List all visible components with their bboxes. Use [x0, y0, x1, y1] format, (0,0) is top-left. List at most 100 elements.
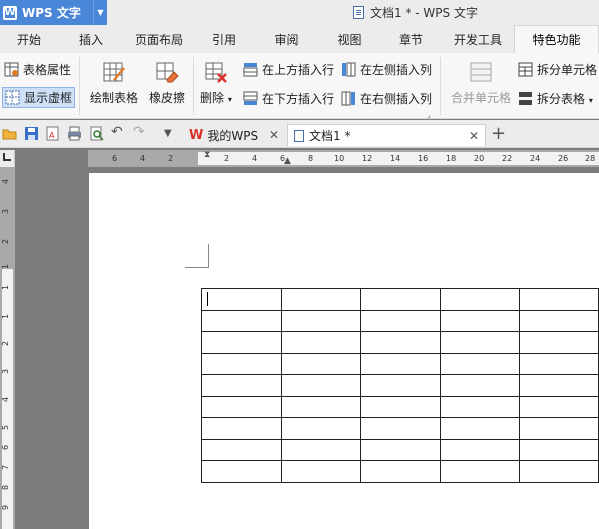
table-cell[interactable] [360, 331, 441, 354]
table-cell[interactable] [360, 352, 441, 375]
split-cells-button[interactable]: 拆分单元格 [518, 61, 597, 78]
tab-special-features[interactable]: 特色功能 [514, 25, 599, 53]
table-cell[interactable] [518, 438, 599, 461]
table-cell[interactable] [360, 374, 441, 397]
table-cell[interactable] [439, 395, 520, 418]
table-cell[interactable] [360, 288, 441, 311]
ruler-tick: 4 [140, 154, 146, 163]
table-cell[interactable] [439, 331, 520, 354]
table-cell[interactable] [518, 309, 599, 332]
split-table-icon [518, 91, 533, 106]
document-table[interactable] [200, 288, 599, 483]
table-cell[interactable] [281, 395, 362, 418]
tab-developer[interactable]: 开发工具 [442, 25, 514, 53]
table-cell[interactable] [200, 438, 283, 461]
table-cell[interactable] [200, 288, 283, 311]
table-cell[interactable] [200, 417, 283, 440]
table-cell[interactable] [200, 374, 283, 397]
table-cell[interactable] [518, 460, 599, 483]
table-cell[interactable] [439, 460, 520, 483]
print-icon[interactable] [67, 126, 82, 141]
document-icon [353, 6, 364, 19]
table-cell[interactable] [518, 374, 599, 397]
vertical-ruler[interactable]: 4 3 2 1 1 1 2 3 4 5 6 7 8 9 [0, 167, 15, 529]
tab-page-layout[interactable]: 页面布局 [124, 25, 194, 53]
indent-marker-icon[interactable]: ⧗ [204, 150, 210, 160]
table-cell[interactable] [281, 309, 362, 332]
horizontal-ruler[interactable]: 6 4 2 2 4 6 8 10 12 14 16 18 20 22 24 26… [88, 150, 599, 167]
table-cell[interactable] [518, 352, 599, 375]
customize-toolbar-icon[interactable]: ▼ [164, 128, 179, 143]
table-cell[interactable] [281, 374, 362, 397]
tab-insert[interactable]: 插入 [58, 25, 124, 53]
export-pdf-icon[interactable]: A [45, 126, 60, 141]
table-properties-button[interactable]: 表格属性 [4, 61, 71, 78]
table-cell[interactable] [281, 352, 362, 375]
margin-corner-mark [208, 244, 209, 268]
merge-cells-button[interactable]: 合并单元格 [451, 60, 511, 106]
undo-icon[interactable]: ↶ [111, 124, 126, 140]
ruler-corner[interactable] [0, 150, 15, 167]
table-cell[interactable] [439, 417, 520, 440]
ribbon-separator [440, 57, 441, 115]
table-cell[interactable] [439, 288, 520, 311]
split-table-button[interactable]: 拆分表格 ▾ [518, 90, 593, 107]
open-folder-icon[interactable] [2, 126, 17, 141]
close-icon[interactable]: ✕ [469, 129, 479, 143]
window-title-text: 文档1 * - WPS 文字 [370, 6, 478, 20]
table-cell[interactable] [281, 331, 362, 354]
tab-view[interactable]: 视图 [319, 25, 380, 53]
right-indent-marker-icon[interactable]: ▲ [284, 156, 291, 166]
insert-column-right-button[interactable]: 在右侧插入列 [341, 90, 432, 107]
table-cell[interactable] [200, 460, 283, 483]
save-icon[interactable] [24, 126, 39, 141]
table-cell[interactable] [518, 395, 599, 418]
table-cell[interactable] [360, 460, 441, 483]
ruler-tick: 2 [168, 154, 174, 163]
table-cell[interactable] [439, 309, 520, 332]
table-cell[interactable] [360, 395, 441, 418]
tab-home[interactable]: 开始 [0, 25, 58, 53]
table-cell[interactable] [439, 352, 520, 375]
chevron-down-icon[interactable]: ▼ [93, 0, 107, 25]
redo-icon[interactable]: ↷ [133, 124, 148, 140]
chevron-down-icon: ▾ [227, 95, 232, 104]
table-cell[interactable] [439, 374, 520, 397]
doc-tab-document1[interactable]: 文档1 * ✕ [287, 124, 486, 146]
table-cell[interactable] [281, 460, 362, 483]
table-cell[interactable] [281, 438, 362, 461]
table-cell[interactable] [200, 352, 283, 375]
table-cell[interactable] [518, 331, 599, 354]
dialog-launcher-icon[interactable]: ⌟ [427, 110, 431, 119]
insert-column-left-button[interactable]: 在左侧插入列 [341, 61, 432, 78]
new-tab-plus-icon[interactable]: + [491, 123, 506, 144]
document-page[interactable] [89, 173, 599, 529]
ruler-tick: 10 [334, 154, 345, 163]
insert-row-below-button[interactable]: 在下方插入行 [243, 90, 334, 107]
tab-section[interactable]: 章节 [380, 25, 442, 53]
insert-row-below-label: 在下方插入行 [262, 92, 335, 106]
show-gridlines-button[interactable]: 显示虚框 [2, 87, 76, 108]
table-cell[interactable] [518, 417, 599, 440]
tab-references[interactable]: 引用 [194, 25, 254, 53]
doc-tab-my-wps[interactable]: W 我的WPS ✕ [183, 124, 285, 146]
app-menu-button[interactable]: W WPS 文字 ▼ [0, 0, 107, 25]
delete-button[interactable]: 删除 ▾ [200, 60, 232, 106]
table-cell[interactable] [360, 309, 441, 332]
table-cell[interactable] [439, 438, 520, 461]
table-cell[interactable] [360, 438, 441, 461]
draw-table-button[interactable]: 绘制表格 [90, 60, 138, 106]
print-preview-icon[interactable] [89, 126, 104, 141]
eraser-button[interactable]: 橡皮擦 [149, 60, 185, 106]
insert-row-above-button[interactable]: 在上方插入行 [243, 61, 334, 78]
table-cell[interactable] [200, 331, 283, 354]
tab-review[interactable]: 审阅 [254, 25, 319, 53]
table-cell[interactable] [281, 417, 362, 440]
table-cell[interactable] [200, 309, 283, 332]
table-cell[interactable] [518, 288, 599, 311]
table-cell[interactable] [281, 288, 362, 311]
ruler-tick: 6 [112, 154, 118, 163]
close-icon[interactable]: ✕ [269, 128, 279, 142]
table-cell[interactable] [200, 395, 283, 418]
table-cell[interactable] [360, 417, 441, 440]
